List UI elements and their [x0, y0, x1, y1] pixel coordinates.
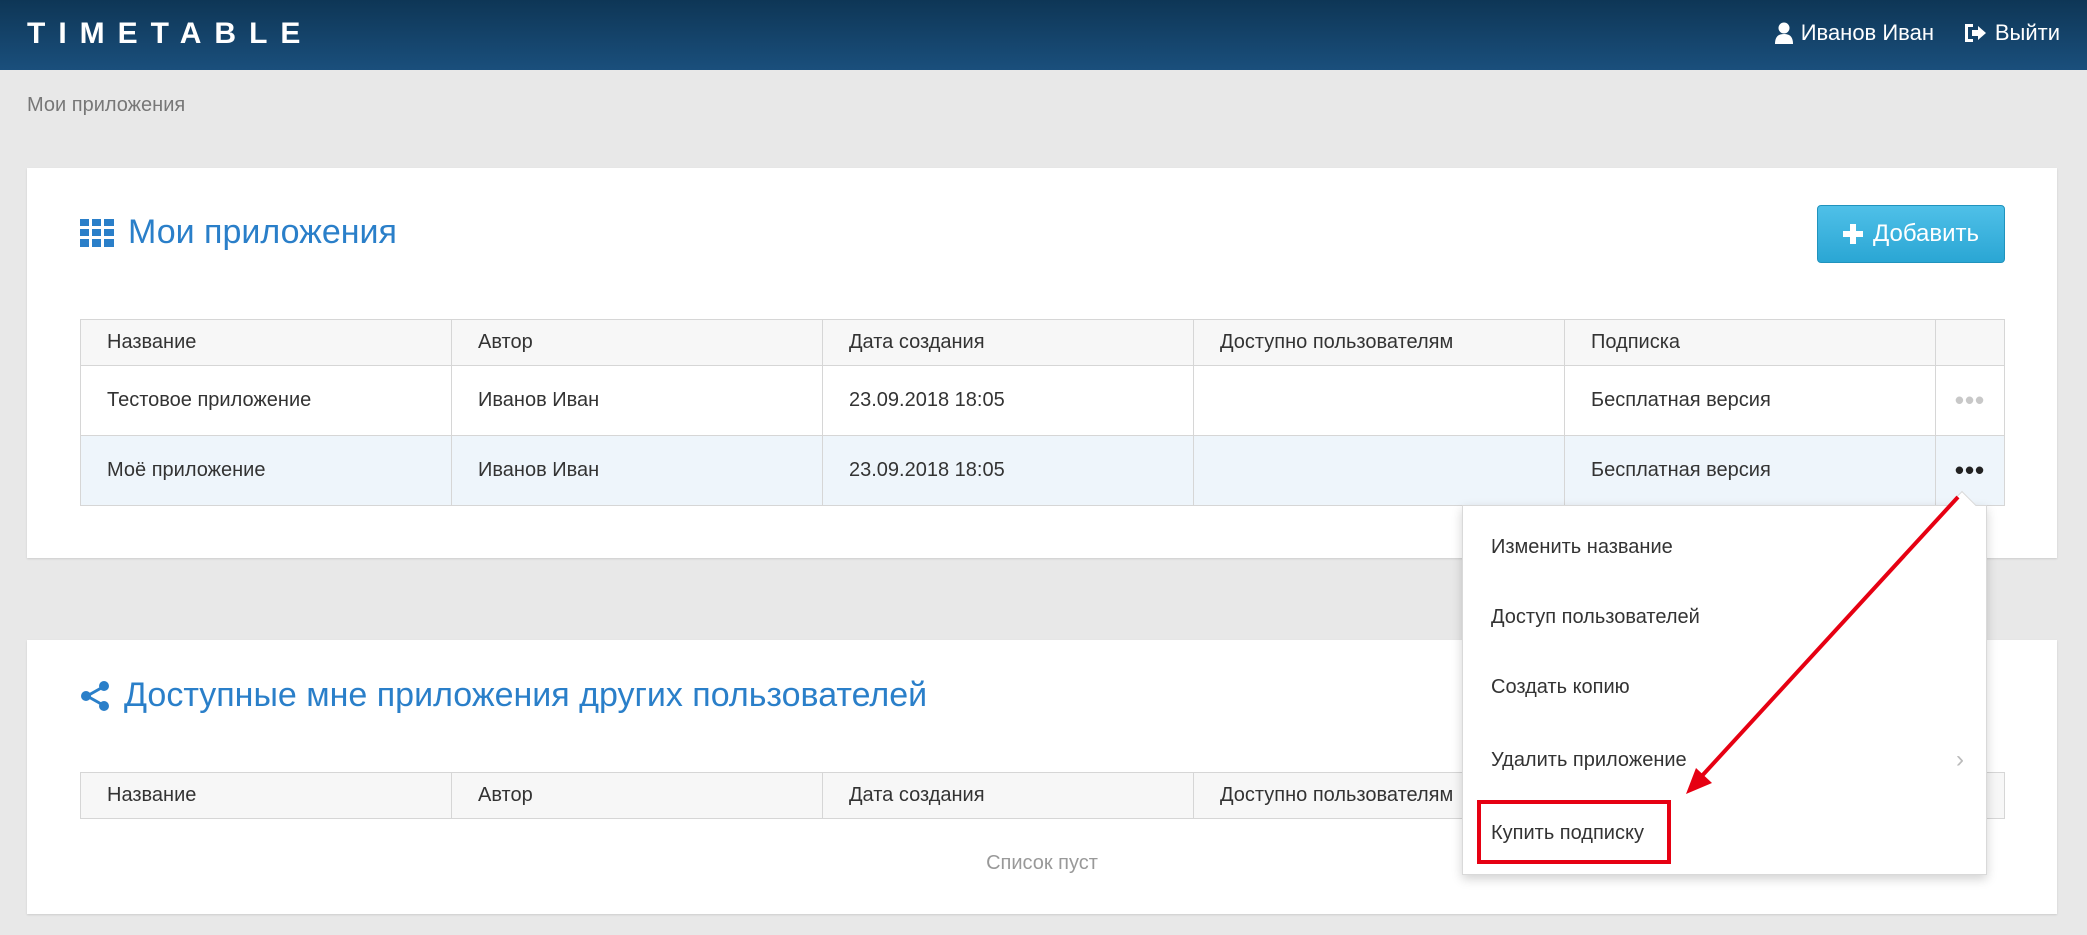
- my-apps-title: Мои приложения: [80, 213, 397, 252]
- menu-item-copy[interactable]: Создать копию: [1491, 676, 1630, 699]
- more-icon[interactable]: •••: [1955, 385, 1985, 415]
- grid-icon: [80, 218, 114, 247]
- logout-icon: [1964, 24, 1986, 42]
- row-actions[interactable]: •••: [1935, 365, 2005, 436]
- column-header[interactable]: Название: [80, 319, 452, 366]
- shared-apps-title: Доступные мне приложения других пользова…: [80, 676, 927, 715]
- menu-item-rename[interactable]: Изменить название: [1491, 536, 1673, 559]
- my-apps-panel: Мои приложения Добавить Название Автор Д…: [27, 168, 2057, 558]
- column-header[interactable]: Автор: [451, 772, 823, 819]
- cell-author: Иванов Иван: [451, 435, 823, 506]
- chevron-right-icon: ›: [1956, 746, 1964, 773]
- table-header: Название Автор Дата создания Доступно по…: [80, 319, 2005, 366]
- plus-icon: [1842, 224, 1863, 244]
- add-app-label: Добавить: [1872, 220, 1980, 247]
- column-header-actions: [1935, 319, 2005, 366]
- user-menu[interactable]: Иванов Иван: [1774, 20, 1934, 46]
- logout-button[interactable]: Выйти: [1963, 20, 2060, 46]
- column-header[interactable]: Дата создания: [822, 772, 1194, 819]
- cell-author: Иванов Иван: [451, 365, 823, 436]
- cell-shared: [1193, 365, 1565, 436]
- my-apps-title-text: Мои приложения: [128, 213, 397, 251]
- cell-name: Тестовое приложение: [80, 365, 452, 436]
- column-header[interactable]: Подписка: [1564, 319, 1936, 366]
- user-name: Иванов Иван: [1800, 20, 1934, 45]
- cell-subscription: Бесплатная версия: [1564, 435, 1936, 506]
- top-bar: TIMETABLE Иванов Иван Выйти: [0, 0, 2087, 70]
- cell-subscription: Бесплатная версия: [1564, 365, 1936, 436]
- menu-item-user-access[interactable]: Доступ пользователей: [1491, 606, 1700, 629]
- share-icon: [81, 680, 109, 711]
- column-header[interactable]: Дата создания: [822, 319, 1194, 366]
- highlight-box: [1477, 800, 1671, 864]
- app-logo[interactable]: TIMETABLE: [27, 17, 313, 51]
- add-app-button[interactable]: Добавить: [1817, 205, 2005, 263]
- row-actions[interactable]: •••: [1935, 435, 2005, 506]
- more-icon[interactable]: •••: [1955, 455, 1985, 485]
- row-context-menu: Изменить название Доступ пользователей С…: [1462, 490, 1987, 875]
- cell-name: Моё приложение: [80, 435, 452, 506]
- column-header[interactable]: Автор: [451, 319, 823, 366]
- cell-created: 23.09.2018 18:05: [822, 365, 1194, 436]
- logout-label: Выйти: [1994, 20, 2060, 45]
- table-row[interactable]: Тестовое приложение Иванов Иван 23.09.20…: [80, 365, 2005, 436]
- my-apps-table: Название Автор Дата создания Доступно по…: [80, 319, 2005, 506]
- breadcrumb: Мои приложения: [27, 94, 186, 116]
- cell-shared: [1193, 435, 1565, 506]
- cell-created: 23.09.2018 18:05: [822, 435, 1194, 506]
- menu-item-delete[interactable]: Удалить приложение: [1491, 749, 1687, 772]
- column-header[interactable]: Название: [80, 772, 452, 819]
- user-icon: [1774, 22, 1793, 44]
- column-header[interactable]: Доступно пользователям: [1193, 319, 1565, 366]
- table-row[interactable]: Моё приложение Иванов Иван 23.09.2018 18…: [80, 435, 2005, 506]
- shared-apps-title-text: Доступные мне приложения других пользова…: [124, 676, 928, 714]
